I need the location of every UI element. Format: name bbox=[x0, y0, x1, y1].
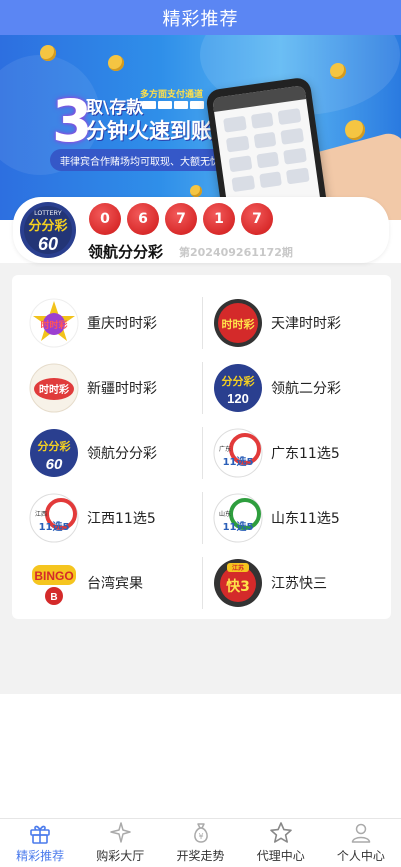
lottery-item-fenfen-120[interactable]: 分分彩 120 领航二分彩 bbox=[212, 362, 392, 414]
svg-text:B: B bbox=[50, 592, 57, 603]
svg-text:BINGO: BINGO bbox=[34, 569, 73, 583]
tab-recommend[interactable]: 精彩推荐 bbox=[0, 819, 80, 867]
lottery-name: 领航二分彩 bbox=[271, 381, 341, 397]
coin-icon bbox=[40, 45, 56, 61]
column-divider bbox=[202, 427, 203, 479]
star-outline-icon bbox=[269, 822, 292, 843]
shandong-11x5-logo-icon: 山东 11选5 bbox=[213, 493, 263, 543]
coin-icon bbox=[108, 55, 124, 71]
column-divider bbox=[202, 492, 203, 544]
tab-label: 个人中心 bbox=[336, 849, 385, 863]
page-header: 精彩推荐 bbox=[0, 0, 401, 35]
banner-headline-2: 分钟火速到账 bbox=[86, 119, 212, 143]
lottery-name: 山东11选5 bbox=[271, 511, 340, 527]
lottery-item-bingo[interactable]: BINGO B 台湾宾果 bbox=[28, 557, 208, 609]
svg-text:时时彩: 时时彩 bbox=[39, 383, 69, 396]
tab-label: 代理中心 bbox=[256, 849, 305, 863]
bottom-tab-bar: 精彩推荐 购彩大厅 ¥ 开奖走势 代理中心 个人中心 bbox=[0, 818, 401, 867]
page-title: 精彩推荐 bbox=[162, 8, 239, 30]
svg-text:11选5: 11选5 bbox=[39, 520, 70, 533]
svg-text:时时彩: 时时彩 bbox=[222, 317, 255, 331]
svg-text:江苏: 江苏 bbox=[232, 564, 244, 572]
money-bag-icon: ¥ bbox=[193, 823, 208, 843]
tianjin-ssc-logo-icon: 时时彩 bbox=[214, 299, 262, 347]
lottery-item-js-k3[interactable]: 江苏 快3 江苏快三 bbox=[212, 557, 392, 609]
lottery-name: 领航分分彩 bbox=[87, 446, 157, 462]
promo-banner[interactable]: 3 取\存款 分钟火速到账 多方面支付通道 菲律宾合作赌场均可取现、大额无忧 bbox=[0, 35, 401, 220]
svg-text:分分彩: 分分彩 bbox=[38, 439, 71, 453]
coin-icon bbox=[330, 63, 346, 79]
svg-text:广东: 广东 bbox=[219, 445, 231, 453]
number-ball: 6 bbox=[127, 203, 159, 235]
lottery-item-tianjin-ssc[interactable]: 时时彩 天津时时彩 bbox=[212, 297, 392, 349]
number-ball: 7 bbox=[165, 203, 197, 235]
fenfencai-120-logo-icon: 分分彩 120 bbox=[214, 364, 262, 412]
lottery-name: 广东11选5 bbox=[271, 446, 340, 462]
svg-text:分分彩: 分分彩 bbox=[28, 218, 67, 234]
app-root: 精彩推荐 3 取\存款 分钟火速到账 多方面支付通道 菲律宾合作赌场均可取现、大… bbox=[0, 0, 401, 867]
fenfencai-60-logo-icon: 分分彩 60 bbox=[30, 429, 78, 477]
tab-label: 开奖走势 bbox=[176, 849, 225, 863]
tab-lottery-hall[interactable]: 购彩大厅 bbox=[80, 819, 160, 867]
lottery-name: 重庆时时彩 bbox=[87, 316, 157, 332]
lottery-name: 天津时时彩 bbox=[271, 316, 341, 332]
lottery-item-jx-11x5[interactable]: 江西 11选5 江西11选5 bbox=[28, 492, 208, 544]
number-ball: 7 bbox=[241, 203, 273, 235]
lottery-list: 时时彩 重庆时时彩 时时彩 天津时时彩 时时彩 新疆时时彩 分分彩 120 领航… bbox=[12, 275, 391, 619]
winning-numbers: 0 6 7 1 7 bbox=[89, 203, 273, 235]
svg-text:120: 120 bbox=[227, 391, 249, 406]
bingo-logo-icon: BINGO B bbox=[30, 559, 78, 607]
coin-icon bbox=[190, 185, 202, 197]
lottery-name: 江西11选5 bbox=[87, 511, 156, 527]
tab-label: 精彩推荐 bbox=[16, 849, 65, 863]
draw-lottery-name: 领航分分彩 bbox=[88, 243, 164, 261]
lottery-item-sd-11x5[interactable]: 山东 11选5 山东11选5 bbox=[212, 492, 392, 544]
svg-text:山东: 山东 bbox=[219, 510, 231, 518]
svg-text:分分彩: 分分彩 bbox=[222, 374, 255, 388]
lottery-name: 台湾宾果 bbox=[87, 576, 143, 592]
svg-text:¥: ¥ bbox=[198, 832, 203, 841]
column-divider bbox=[202, 297, 203, 349]
lottery-item-fenfen-60[interactable]: 分分彩 60 领航分分彩 bbox=[28, 427, 208, 479]
coin-icon bbox=[345, 120, 365, 140]
svg-text:快3: 快3 bbox=[226, 578, 250, 595]
gift-icon bbox=[30, 825, 50, 844]
number-ball: 1 bbox=[203, 203, 235, 235]
draw-period: 第202409261172期 bbox=[179, 246, 293, 259]
banner-pay-tag: 多方面支付通道 bbox=[140, 90, 204, 100]
guangdong-11x5-logo-icon: 广东 11选5 bbox=[213, 428, 263, 478]
jiangxi-11x5-logo-icon: 江西 11选5 bbox=[29, 493, 79, 543]
tab-draw-trend[interactable]: ¥ 开奖走势 bbox=[160, 819, 240, 867]
column-divider bbox=[202, 557, 203, 609]
banner-note: 菲律宾合作赌场均可取现、大额无忧 bbox=[50, 149, 230, 171]
svg-text:时时彩: 时时彩 bbox=[40, 319, 67, 331]
svg-text:11选5: 11选5 bbox=[223, 520, 254, 533]
star-sparkle-icon bbox=[110, 822, 132, 843]
fenfencai-60-logo-icon: LOTTERY 分分彩 60 bbox=[20, 202, 76, 258]
svg-text:江西: 江西 bbox=[35, 511, 47, 518]
lottery-item-gd-11x5[interactable]: 广东 11选5 广东11选5 bbox=[212, 427, 392, 479]
user-icon bbox=[351, 823, 371, 843]
jiangsu-k3-logo-icon: 江苏 快3 bbox=[214, 559, 262, 607]
lottery-item-xinjiang-ssc[interactable]: 时时彩 新疆时时彩 bbox=[28, 362, 208, 414]
svg-text:60: 60 bbox=[46, 456, 63, 473]
tab-agent-center[interactable]: 代理中心 bbox=[241, 819, 321, 867]
latest-draw-card[interactable]: LOTTERY 分分彩 60 0 6 7 1 7 领航分分彩 第20240926… bbox=[13, 197, 389, 263]
tab-label: 购彩大厅 bbox=[96, 849, 145, 863]
xinjiang-ssc-logo-icon: 时时彩 bbox=[29, 363, 79, 413]
svg-text:11选5: 11选5 bbox=[223, 455, 254, 468]
lottery-name: 新疆时时彩 bbox=[87, 381, 157, 397]
lottery-item-chongqing-ssc[interactable]: 时时彩 重庆时时彩 bbox=[28, 297, 208, 349]
banner-big-number: 3 bbox=[52, 87, 93, 155]
lottery-name: 江苏快三 bbox=[271, 576, 327, 592]
number-ball: 0 bbox=[89, 203, 121, 235]
svg-text:60: 60 bbox=[38, 234, 58, 254]
column-divider bbox=[202, 362, 203, 414]
tab-profile[interactable]: 个人中心 bbox=[321, 819, 401, 867]
payment-logos bbox=[142, 101, 204, 111]
chongqing-ssc-logo-icon: 时时彩 bbox=[29, 298, 79, 348]
svg-text:LOTTERY: LOTTERY bbox=[34, 211, 62, 217]
